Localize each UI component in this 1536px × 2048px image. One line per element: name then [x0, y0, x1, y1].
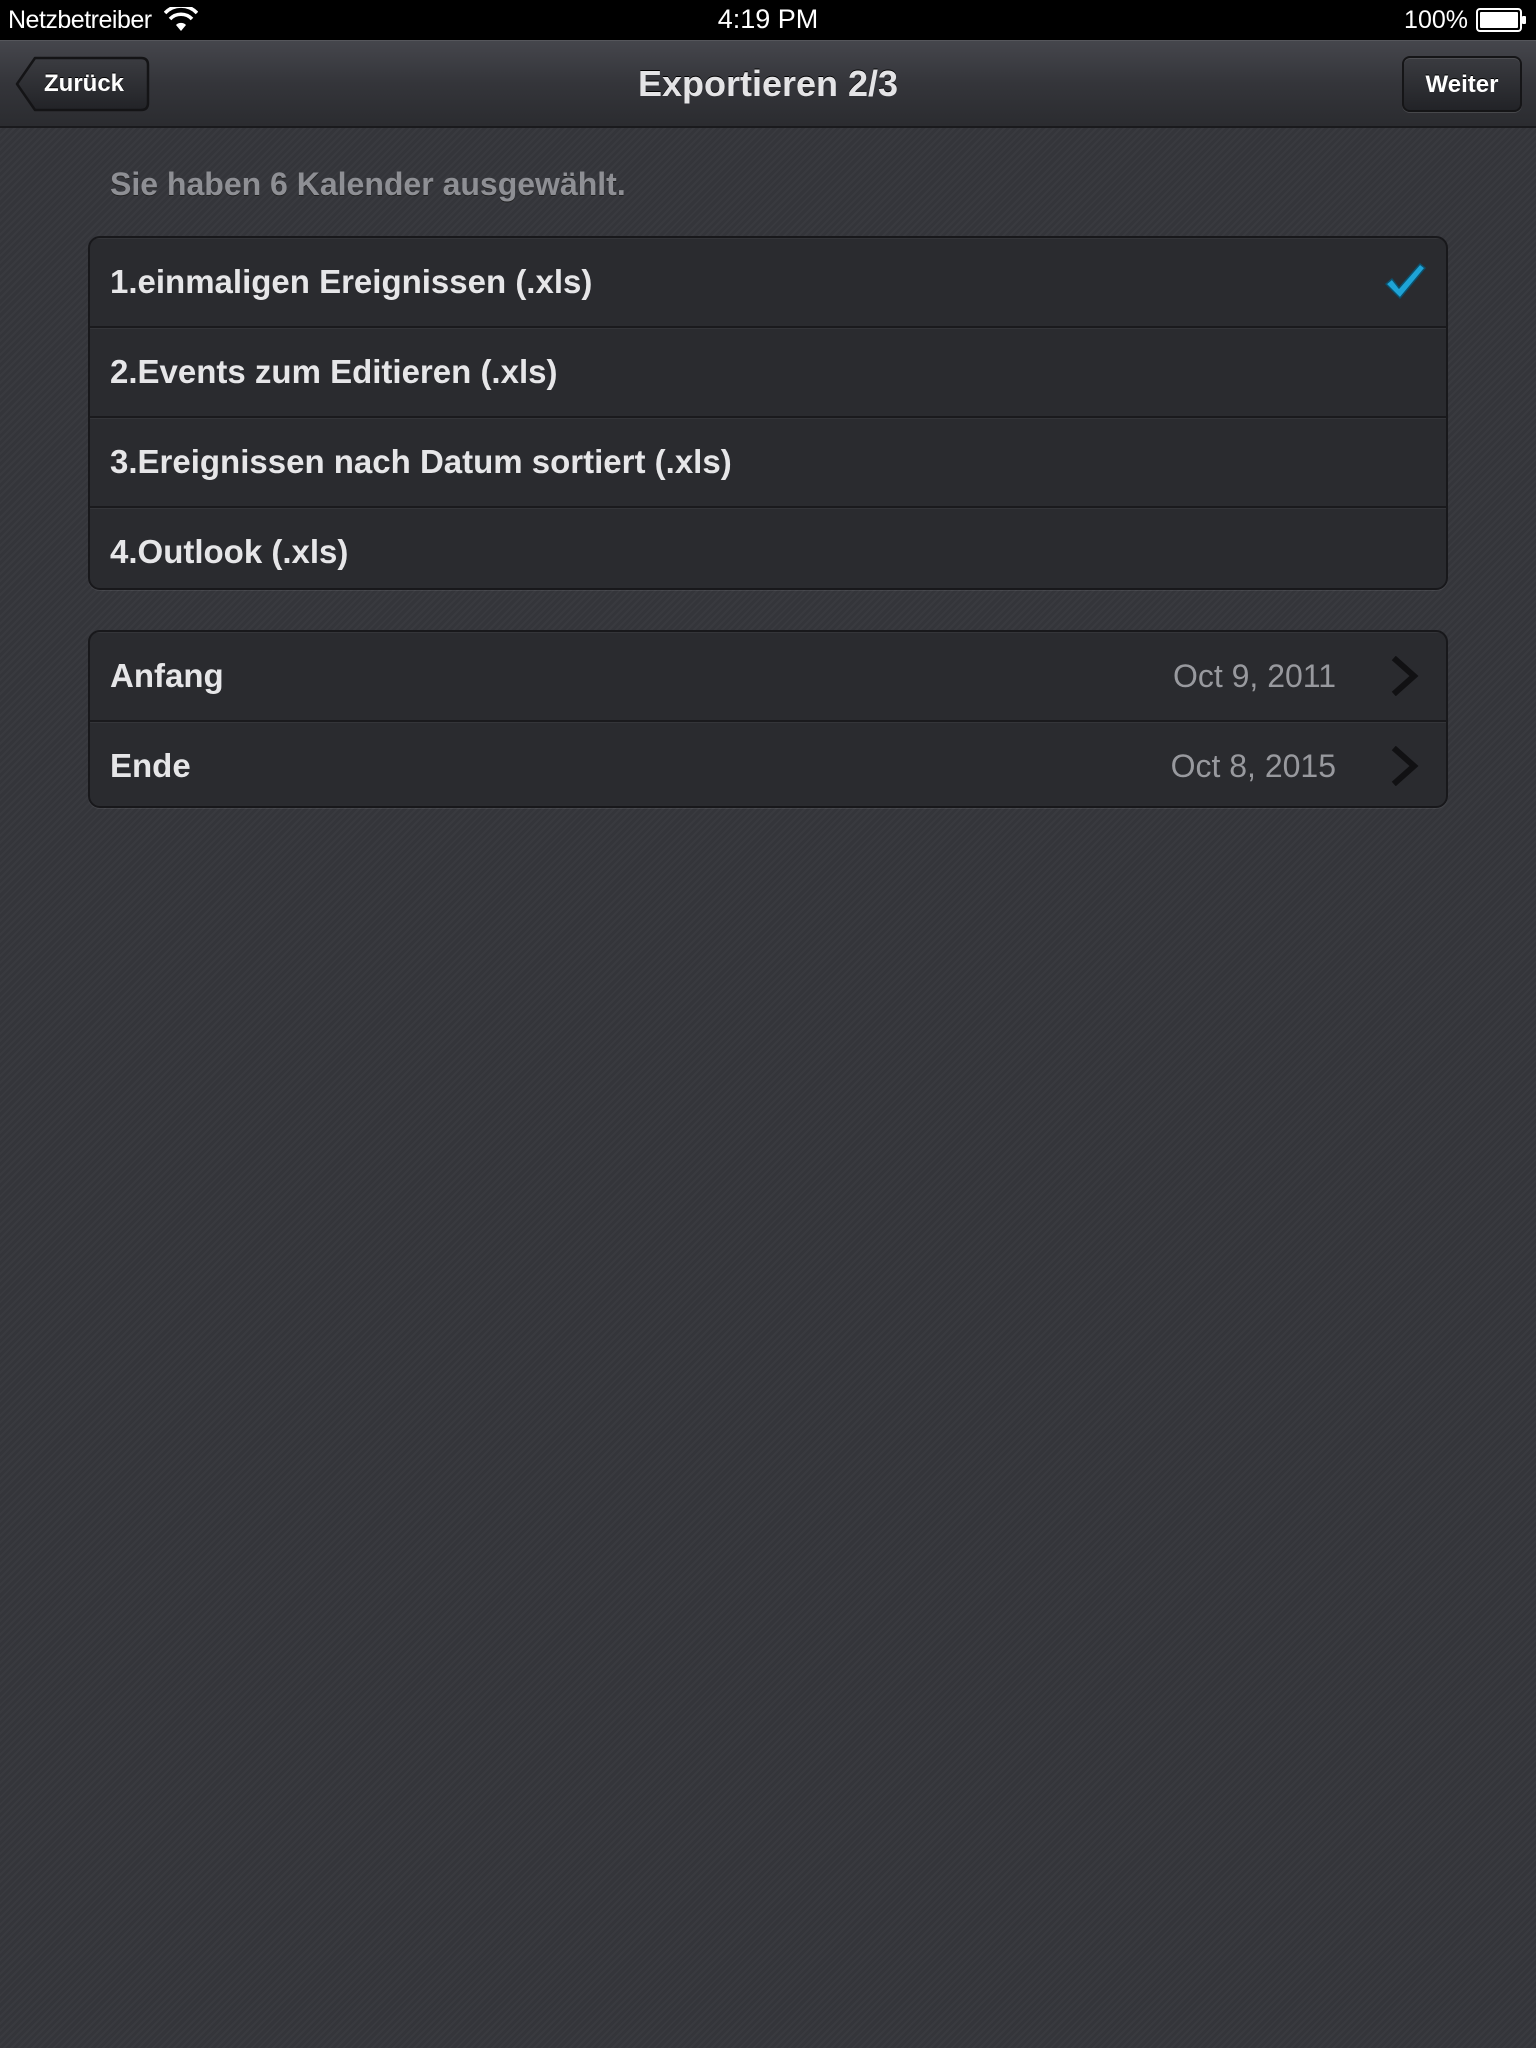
format-option-label: 2.Events zum Editieren (.xls) — [110, 353, 558, 390]
navigation-bar: Exportieren 2/3 Zurück Weiter — [0, 40, 1536, 128]
battery-icon — [1476, 8, 1526, 32]
chevron-right-icon — [1391, 746, 1419, 786]
selection-info: Sie haben 6 Kalender ausgewählt. — [110, 166, 626, 202]
format-option-3[interactable]: 3.Ereignissen nach Datum sortiert (.xls) — [90, 418, 1446, 508]
next-button[interactable]: Weiter — [1402, 56, 1522, 112]
export-format-list: 1.einmaligen Ereignissen (.xls) 2.Events… — [88, 236, 1448, 590]
end-date-label: Ende — [110, 747, 191, 784]
page-title: Exportieren 2/3 — [637, 63, 899, 104]
back-button-label: Zurück — [44, 70, 125, 97]
format-option-label: 1.einmaligen Ereignissen (.xls) — [110, 263, 593, 300]
format-option-label: 3.Ereignissen nach Datum sortiert (.xls) — [110, 443, 732, 480]
start-date-value: Oct 9, 2011 — [1172, 658, 1336, 694]
start-date-label: Anfang — [110, 657, 224, 694]
format-option-1[interactable]: 1.einmaligen Ereignissen (.xls) — [90, 238, 1446, 328]
back-button[interactable]: Zurück — [14, 56, 150, 112]
format-option-label: 4.Outlook (.xls) — [110, 533, 349, 570]
status-bar: Netzbetreiber 4:19 PM 100% — [0, 0, 1536, 40]
checkmark-icon — [1385, 263, 1426, 299]
chevron-right-icon — [1391, 656, 1419, 696]
status-time: 4:19 PM — [717, 4, 819, 34]
status-right: 100% — [1404, 6, 1528, 34]
end-date-value: Oct 8, 2015 — [1170, 748, 1336, 784]
format-option-2[interactable]: 2.Events zum Editieren (.xls) — [90, 328, 1446, 418]
end-date-row[interactable]: Ende Oct 8, 2015 — [90, 722, 1446, 806]
start-date-row[interactable]: Anfang Oct 9, 2011 — [90, 632, 1446, 722]
date-range-list: Anfang Oct 9, 2011 Ende Oct 8, 2015 — [88, 630, 1448, 808]
battery-percent: 100% — [1404, 5, 1468, 34]
format-option-4[interactable]: 4.Outlook (.xls) — [90, 508, 1446, 588]
